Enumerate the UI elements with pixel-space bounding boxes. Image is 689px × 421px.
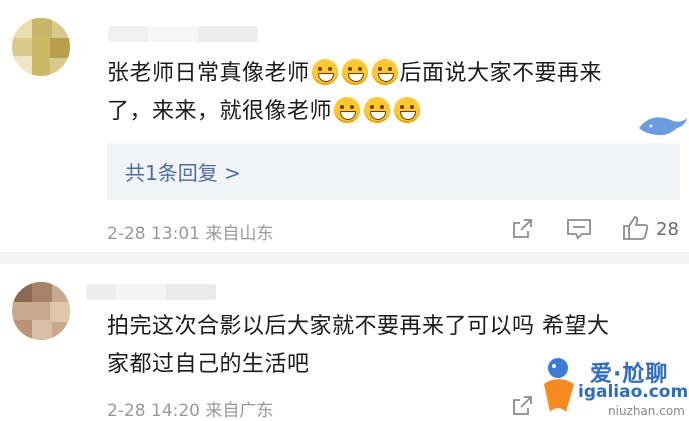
like-button[interactable]	[622, 215, 650, 241]
share-icon	[513, 219, 532, 238]
watermark-url: igaliao.com	[578, 382, 689, 402]
username-blurred[interactable]	[108, 26, 258, 42]
comment-location: 来自山东	[205, 224, 274, 244]
watermark-sub: niuzhan.com	[608, 404, 685, 418]
username-blurred[interactable]	[86, 284, 216, 300]
comment-meta: 2-28 13:01 来自山东	[107, 219, 273, 244]
comment-date: 2-28	[107, 224, 146, 244]
grin-emoji-icon	[371, 59, 398, 85]
reply-summary-box[interactable]: 共1条回复 >	[107, 143, 680, 200]
laugh-cry-emoji-icon	[334, 97, 361, 123]
comment-divider	[0, 252, 689, 264]
comment-time: 13:01	[151, 224, 200, 244]
watermark-logo-icon	[544, 358, 574, 412]
comment-text: 张老师日常真像老师 后面说大家不要再来 了，来来，就很像老师	[107, 59, 603, 124]
wink-tongue-emoji-icon	[364, 97, 391, 123]
view-replies-link[interactable]: 共1条回复 >	[125, 157, 241, 186]
thumbs-up-icon	[623, 216, 649, 240]
grimace-emoji-icon	[394, 97, 421, 123]
grin-emoji-icon	[311, 59, 338, 85]
avatar[interactable]	[12, 282, 70, 340]
comment-reply-button[interactable]	[566, 217, 592, 241]
like-count: 28	[656, 219, 679, 240]
avatar[interactable]	[12, 18, 70, 76]
watermark: 爱·尬聊 igaliao.com niuzhan.com	[530, 352, 689, 420]
comment-date: 2-28	[107, 401, 146, 421]
comment-meta: 2-28 14:20 来自广东	[107, 396, 273, 421]
comment-location: 来自广东	[205, 401, 274, 421]
grin-emoji-icon	[341, 59, 368, 85]
comment-time: 14:20	[151, 401, 200, 421]
comment-icon	[567, 219, 591, 240]
comment-item: 张老师日常真像老师 后面说大家不要再来 了，来来，就很像老师 共1条回复 > 2-…	[0, 0, 689, 252]
share-button[interactable]	[510, 217, 534, 241]
whale-decoration-icon	[639, 117, 687, 136]
